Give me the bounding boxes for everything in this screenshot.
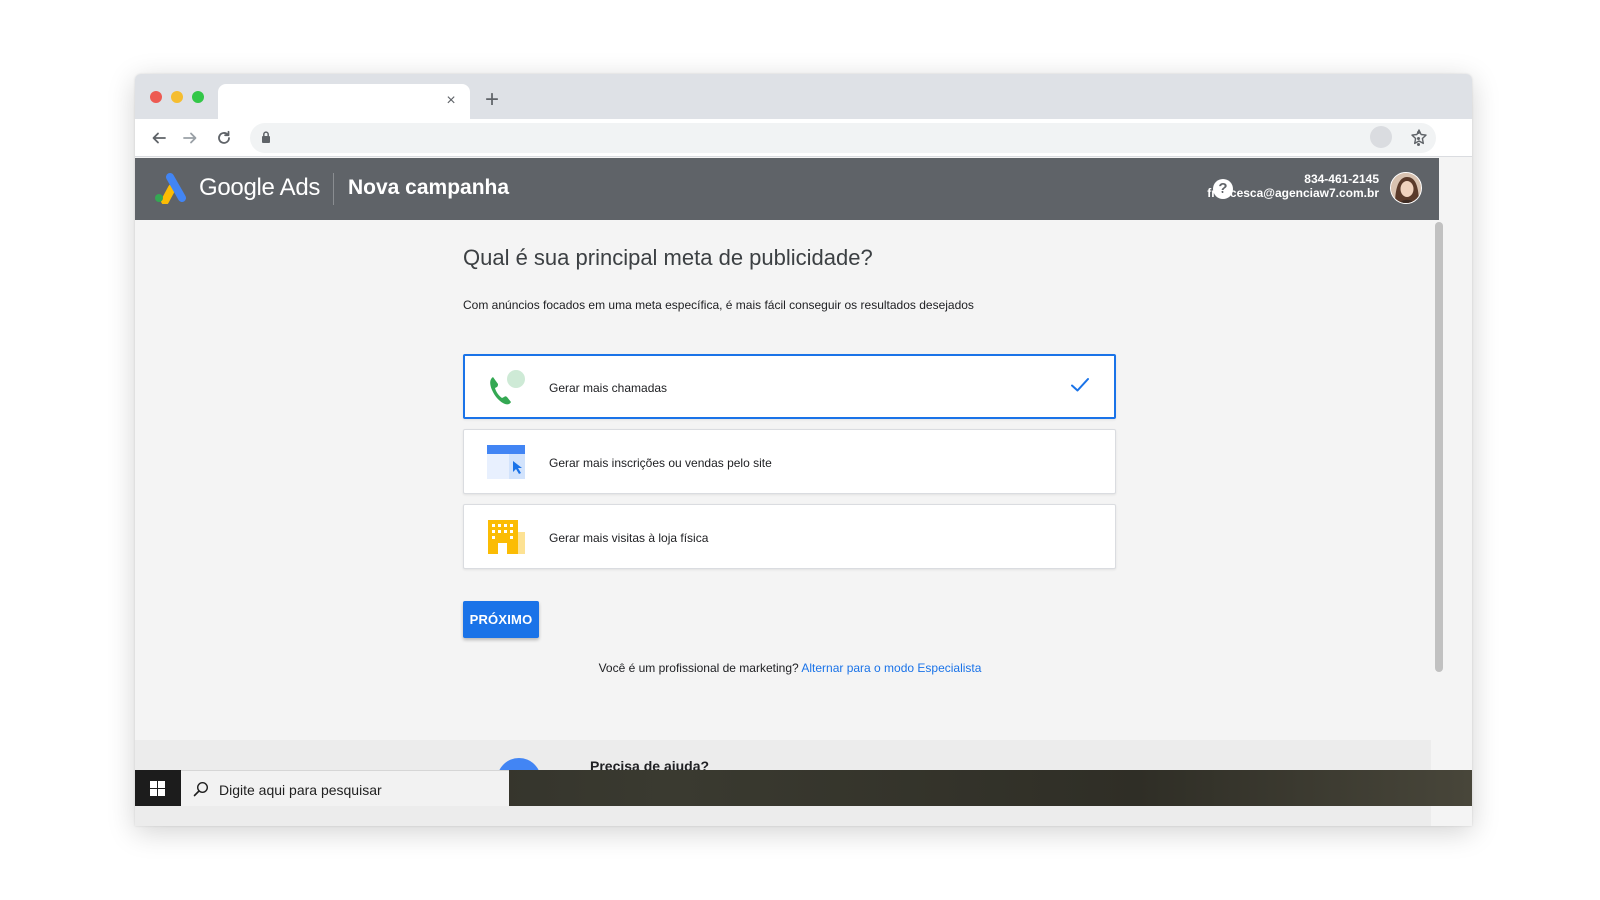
windows-taskbar: Digite aqui para pesquisar xyxy=(135,770,1472,806)
goal-option-store[interactable]: Gerar mais visitas à loja física xyxy=(463,504,1116,569)
goal-option-website[interactable]: Gerar mais inscrições ou vendas pelo sit… xyxy=(463,429,1116,494)
windows-logo-icon xyxy=(150,781,165,796)
next-button[interactable]: PRÓXIMO xyxy=(463,601,539,638)
account-info[interactable]: 834-461-2145 francesca@agenciaw7.com.br xyxy=(1207,172,1379,200)
start-button[interactable] xyxy=(135,770,181,806)
lock-icon xyxy=(260,130,272,149)
maximize-window-button[interactable] xyxy=(192,91,204,103)
brand-name: Google Ads xyxy=(199,174,321,201)
search-icon xyxy=(193,781,209,802)
new-tab-button[interactable]: + xyxy=(480,88,504,113)
scrollbar-thumb[interactable] xyxy=(1435,222,1443,672)
account-phone: 834-461-2145 xyxy=(1304,172,1379,186)
scrollbar-track[interactable] xyxy=(1439,220,1472,826)
user-avatar[interactable] xyxy=(1390,172,1422,204)
tab-strip: × + xyxy=(135,74,1472,119)
account-email: francesca@agenciaw7.com.br xyxy=(1207,186,1379,200)
expert-prompt: Você é um profissional de marketing? xyxy=(598,661,799,675)
expert-mode-line: Você é um profissional de marketing? Alt… xyxy=(135,661,1445,675)
close-window-button[interactable] xyxy=(150,91,162,103)
taskbar-search[interactable]: Digite aqui para pesquisar xyxy=(181,770,509,806)
checkmark-icon xyxy=(1070,376,1090,399)
google-ads-logo-icon[interactable] xyxy=(153,172,187,209)
website-icon xyxy=(486,443,526,481)
goal-label: Gerar mais chamadas xyxy=(549,381,668,395)
taskbar-search-placeholder: Digite aqui para pesquisar xyxy=(219,782,382,798)
back-icon[interactable] xyxy=(147,126,171,150)
tab-close-icon[interactable]: × xyxy=(442,92,460,110)
goal-option-calls[interactable]: Gerar mais chamadas xyxy=(463,354,1116,419)
phone-call-icon xyxy=(487,369,527,407)
minimize-window-button[interactable] xyxy=(171,91,183,103)
profile-avatar-icon[interactable] xyxy=(1370,126,1392,148)
ads-header: Google Ads Nova campanha ? 834-461-2145 … xyxy=(135,158,1439,220)
forward-icon[interactable] xyxy=(178,126,202,150)
reload-icon[interactable] xyxy=(212,126,236,150)
goal-label: Gerar mais visitas à loja física xyxy=(549,531,709,545)
page-title: Nova campanha xyxy=(348,176,510,199)
main-content: Qual é sua principal meta de publicidade… xyxy=(135,220,1439,826)
goal-label: Gerar mais inscrições ou vendas pelo sit… xyxy=(549,456,772,470)
expert-mode-link[interactable]: Alternar para o modo Especialista xyxy=(801,661,981,675)
header-divider xyxy=(333,173,334,205)
browser-window: × + Google Ads Nova campanha ? 834-461-2… xyxy=(135,74,1472,826)
browser-tab[interactable]: × xyxy=(218,84,470,119)
goal-question: Qual é sua principal meta de publicidade… xyxy=(463,245,873,270)
address-bar[interactable] xyxy=(250,123,1436,153)
browser-menu-icon[interactable] xyxy=(1410,126,1426,150)
store-icon xyxy=(486,518,526,556)
goal-subtitle: Com anúncios focados em uma meta específ… xyxy=(463,298,974,312)
browser-toolbar xyxy=(135,119,1472,157)
